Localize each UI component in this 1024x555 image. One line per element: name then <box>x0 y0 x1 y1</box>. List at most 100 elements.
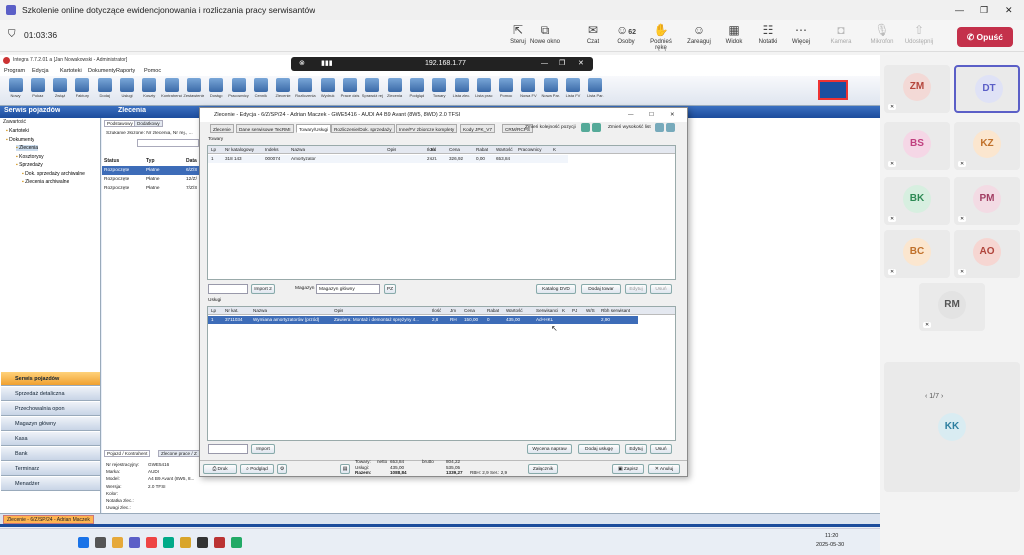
collapse-icon[interactable] <box>666 123 675 132</box>
table-row[interactable]: Rozpoczęte Płatne 6/Z/S <box>102 166 200 175</box>
minimize-icon[interactable]: — <box>955 0 964 20</box>
close-icon[interactable]: ✕ <box>1005 0 1013 20</box>
ribbon-button[interactable]: Usługi <box>117 78 138 98</box>
nav-3[interactable]: Magazyn główny <box>1 417 100 431</box>
table-row[interactable]: 1 318 143 000074 Amortyzator 2 szt. 326,92 0,00… <box>208 155 568 163</box>
ribbon-button[interactable]: Prace dzis <box>340 78 361 98</box>
edit-service-button[interactable]: Edytuj <box>625 444 647 454</box>
ribbon-button[interactable]: Zlecenia <box>384 78 405 98</box>
menu-1[interactable]: Edycja <box>32 66 49 76</box>
ribbon-button[interactable]: Zestawienie <box>183 78 204 98</box>
settings-button[interactable]: ⚙ <box>277 464 287 474</box>
move-up-icon[interactable] <box>581 123 590 132</box>
ribbon-button[interactable]: Zwiąż <box>50 78 71 98</box>
ribbon-button[interactable]: Sprawdź rej. <box>362 78 383 98</box>
search-input[interactable] <box>137 139 199 147</box>
toolbar-camera-button[interactable]: ◘ Kamera <box>824 22 858 45</box>
participant-tile[interactable]: BS ✕ <box>884 122 950 170</box>
toolbar-chat-button[interactable]: ✉ Czat <box>576 22 610 45</box>
pz-button[interactable]: PZ <box>384 284 396 294</box>
participant-tile[interactable]: RM ✕ <box>919 283 985 331</box>
menu-5[interactable]: Pomoc <box>144 66 161 76</box>
ribbon-button[interactable]: Faktury <box>72 78 93 98</box>
ribbon-button[interactable]: Cennik <box>250 78 271 98</box>
ribbon-button[interactable]: Zlecenie <box>273 78 294 98</box>
leave-button[interactable]: ✆ Opuść <box>957 27 1013 47</box>
participant-tile[interactable]: BK ✕ <box>884 177 950 225</box>
import2-button[interactable]: Import 2 <box>251 284 275 294</box>
ribbon-button[interactable]: Koszty <box>139 78 160 98</box>
toolbar-share-button[interactable]: ⇧ Udostępnij <box>902 22 936 45</box>
dialog-tab-3[interactable]: Rozliczenie/Dok. sprzedaży <box>331 124 395 133</box>
dialog-minimize-icon[interactable]: — <box>628 108 634 122</box>
edit-product-button[interactable]: Edytuj <box>625 284 647 294</box>
preview-button[interactable]: ⌕ Podgląd <box>240 464 274 474</box>
tree-item[interactable]: ▪ Dok. sprzedaży archiwalne <box>22 171 85 177</box>
calc-button[interactable]: ▤ <box>340 464 350 474</box>
nav-5[interactable]: Bank <box>1 447 100 461</box>
ribbon-button[interactable]: Rozliczenia <box>295 78 316 98</box>
save-button[interactable]: ▣ Zapisz <box>612 464 644 474</box>
table-row[interactable]: 1 3711034 Wymiana amortyzatorów (przód) Zaw… <box>208 316 638 324</box>
window-tab[interactable]: Zlecenie - 6/Z/SP/24 - Adrian Maczek <box>3 515 94 524</box>
expand-icon[interactable] <box>655 123 664 132</box>
file-explorer-icon[interactable] <box>112 537 123 548</box>
toolbar-react-button[interactable]: ☺ Zareaguj <box>682 22 716 45</box>
nav-7[interactable]: Menadżer <box>1 477 100 491</box>
menu-0[interactable]: Program <box>4 66 25 76</box>
import-button[interactable]: Import <box>251 444 275 454</box>
tree-item[interactable]: ▪ Zlecenia <box>16 145 39 151</box>
attachment-button[interactable]: Załącznik <box>528 464 558 474</box>
dialog-close-icon[interactable]: ✕ <box>670 108 675 122</box>
edge-icon[interactable] <box>163 537 174 548</box>
maximize-icon[interactable]: ❐ <box>980 0 988 20</box>
nav-0[interactable]: Serwis pojazdów <box>1 372 100 386</box>
cancel-button[interactable]: ✕ Anuluj <box>648 464 680 474</box>
participant-tile[interactable]: PM ✕ <box>954 177 1020 225</box>
toolbar-new-window-button[interactable]: ⧉ Nowe okno <box>528 22 562 45</box>
ribbon-button[interactable]: Lista FV <box>563 78 584 98</box>
tree-item[interactable]: ▪ Sprzedaży <box>16 162 43 168</box>
toolbar-view-button[interactable]: ▦ Widok <box>717 22 751 45</box>
add-product-button[interactable]: Dodaj towar <box>581 284 621 294</box>
tree-item[interactable]: ▪ Kartoteki <box>6 128 29 134</box>
ribbon-button[interactable]: Podgląd <box>406 78 427 98</box>
dialog-tab-2[interactable]: Towary/Usługi <box>296 124 332 133</box>
folder-icon[interactable] <box>180 537 191 548</box>
import-select[interactable] <box>208 444 248 454</box>
participant-tile[interactable]: AO ✕ <box>954 230 1020 278</box>
tree-item[interactable]: ▪ Dokumenty <box>6 137 34 143</box>
participant-tile[interactable]: KZ ✕ <box>954 122 1020 170</box>
tree-item[interactable]: ▪ Kosztorysy <box>16 154 44 160</box>
chrome-icon[interactable] <box>146 537 157 548</box>
rdp-minimize-icon[interactable]: — <box>541 57 548 71</box>
ribbon-button[interactable]: Nowa FV <box>518 78 539 98</box>
ribbon-button[interactable]: Dostęp <box>206 78 227 98</box>
nav-4[interactable]: Kasa <box>1 432 100 446</box>
ribbon-button[interactable]: Nowa Par. <box>540 78 561 98</box>
table-row[interactable]: Rozpoczęte Płatne 7/Z/S <box>102 184 200 193</box>
delete-service-button[interactable]: Usuń <box>650 444 672 454</box>
menu-4[interactable]: Raporty <box>116 66 135 76</box>
participant-tile[interactable]: ZM ✕ <box>884 65 950 113</box>
rdp-close-icon[interactable]: ✕ <box>578 57 584 71</box>
move-down-icon[interactable] <box>592 123 601 132</box>
pin-icon[interactable]: ⊗ <box>299 57 305 71</box>
participant-tile[interactable]: DT <box>954 65 1020 113</box>
ribbon-button[interactable]: Wydruk <box>317 78 338 98</box>
ribbon-button[interactable]: Kontrahenci <box>161 78 182 98</box>
teams-icon[interactable] <box>129 537 140 548</box>
ribbon-button[interactable]: Pracownicy <box>228 78 249 98</box>
participant-tile[interactable]: KK <box>884 362 1020 492</box>
ribbon-button[interactable]: Towary <box>429 78 450 98</box>
dialog-tab-5[interactable]: Kody JPK_V7 <box>460 124 495 133</box>
ribbon-button[interactable]: Pokaz <box>27 78 48 98</box>
nav-1[interactable]: Sprzedaż detaliczna <box>1 387 100 401</box>
toolbar-more-button[interactable]: ⋯ Więcej <box>784 22 818 45</box>
dialog-maximize-icon[interactable]: ☐ <box>649 108 654 122</box>
tree-item[interactable]: ▪ Zlecenia archiwalne <box>22 179 69 185</box>
toolbar-mic-button[interactable]: 🎙 Mikrofon <box>865 22 899 45</box>
toolbar-notes-button[interactable]: ☷ Notatki <box>751 22 785 45</box>
toolbar-hand-button[interactable]: ✋ Podnieś rękę <box>644 22 678 51</box>
repair-quote-button[interactable]: Wycena napraw <box>527 444 572 454</box>
